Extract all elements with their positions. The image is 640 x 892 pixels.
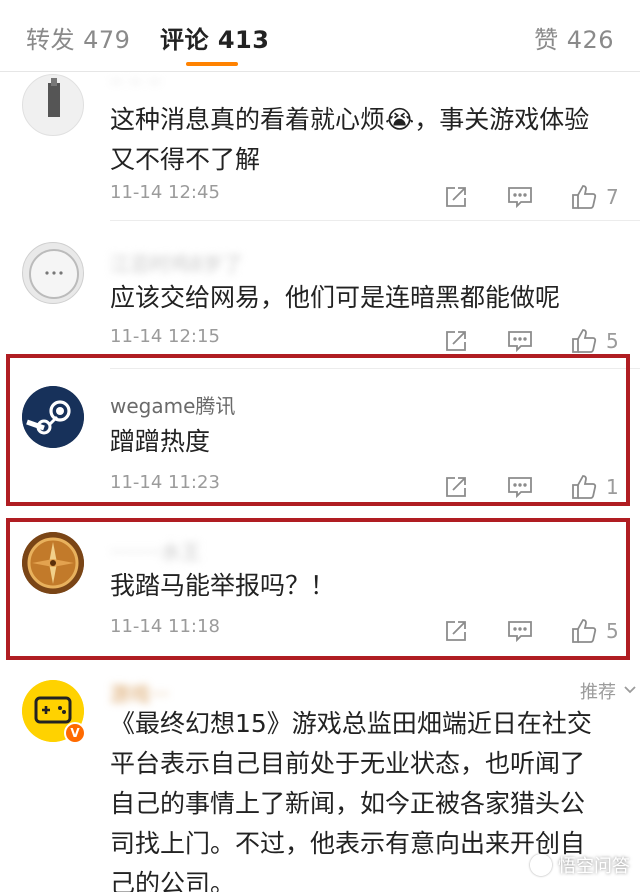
comment-text-line: 《最终幻想15》游戏总监田畑端近日在社交 — [110, 709, 592, 738]
comment-time: 11-14 12:45 — [110, 182, 220, 203]
thumbs-up-icon — [570, 617, 598, 645]
thumbs-up-icon — [570, 183, 598, 211]
comment-item: wegame腾讯 蹭蹭热度 11-14 11:23 1 — [0, 370, 640, 500]
repost-icon[interactable] — [442, 327, 470, 355]
steam-logo-icon — [22, 386, 84, 448]
comment-text-line: 我踏马能举报吗？！ — [110, 571, 336, 600]
reply-icon[interactable] — [506, 183, 534, 211]
comment-text: 蹭蹭热度 — [110, 422, 614, 462]
comment-text-line: 自己的事情上了新闻，如今正被各家猎头公 — [110, 789, 586, 818]
comment-text-line: 这种消息真的看着就心烦😭，事关游戏体验 — [110, 105, 590, 134]
like-count: 7 — [606, 185, 619, 209]
repost-icon[interactable] — [442, 183, 470, 211]
watermark: 悟空问答 — [530, 852, 630, 878]
recommended-label: 推荐 — [580, 682, 616, 703]
active-tab-indicator — [186, 62, 238, 66]
comment-username[interactable]: 江忌时鸡8岁了 — [110, 248, 243, 277]
comment-meta: 11-14 11:23 1 — [110, 472, 620, 502]
comment-text-line: 平台表示自己目前处于无业状态，也听闻了 — [110, 749, 586, 778]
comment-username[interactable]: ········水王 — [110, 536, 201, 565]
divider — [110, 220, 640, 221]
comment-time: 11-14 12:15 — [110, 326, 220, 347]
watermark-text: 悟空问答 — [558, 856, 630, 877]
comment-actions: 5 — [442, 326, 620, 356]
comment-tabs: 转发 479 评论 413 赞 426 — [0, 0, 640, 72]
comment-text-line: 应该交给网易，他们可是连暗黑都能做呢 — [110, 283, 561, 312]
avatar[interactable] — [22, 242, 84, 304]
comment-time: 11-14 11:18 — [110, 616, 220, 637]
reply-icon[interactable] — [506, 473, 534, 501]
comment-actions: 1 — [442, 472, 620, 502]
like-button[interactable]: 5 — [570, 327, 620, 355]
compass-icon — [22, 532, 84, 594]
avatar[interactable] — [22, 386, 84, 448]
comment-text-line: 又不得不了解 — [110, 145, 261, 174]
thumbs-up-icon — [570, 473, 598, 501]
verified-badge-icon: V — [64, 722, 86, 744]
comment-item: ·· ·· ·· 这种消息真的看着就心烦😭，事关游戏体验 又不得不了解 11-1… — [0, 70, 640, 222]
reply-icon[interactable] — [506, 617, 534, 645]
reply-icon[interactable] — [506, 327, 534, 355]
comment-text: 应该交给网易，他们可是连暗黑都能做呢 — [110, 278, 614, 318]
avatar[interactable] — [22, 532, 84, 594]
comment-username[interactable]: ·· ·· ·· — [110, 70, 161, 94]
repost-icon[interactable] — [442, 473, 470, 501]
comment-meta: 11-14 11:18 5 — [110, 616, 620, 646]
comment-text-line: 蹭蹭热度 — [110, 427, 211, 456]
comment-meta: 11-14 12:45 7 — [110, 182, 620, 212]
thumbs-up-icon — [570, 327, 598, 355]
like-count: 5 — [606, 329, 619, 353]
like-count: 5 — [606, 619, 619, 643]
like-count: 1 — [606, 475, 619, 499]
like-button[interactable]: 1 — [570, 473, 620, 501]
like-button[interactable]: 5 — [570, 617, 620, 645]
chevron-down-icon[interactable] — [622, 682, 638, 698]
comment-item: ········水王 我踏马能举报吗？！ 11-14 11:18 5 — [0, 520, 640, 660]
repost-icon[interactable] — [442, 617, 470, 645]
comment-username[interactable]: 游戏··· — [110, 678, 169, 707]
tab-reposts[interactable]: 转发 479 — [26, 20, 130, 55]
comment-item: 江忌时鸡8岁了 应该交给网易，他们可是连暗黑都能做呢 11-14 12:15 5 — [0, 222, 640, 369]
avatar[interactable] — [22, 74, 84, 136]
wukong-logo-icon — [530, 854, 552, 876]
tab-likes[interactable]: 赞 426 — [534, 20, 614, 55]
comment-meta: 11-14 12:15 5 — [110, 326, 620, 356]
comment-username[interactable]: wegame腾讯 — [110, 390, 235, 419]
comment-text: 我踏马能举报吗？！ — [110, 566, 614, 606]
comment-text: 这种消息真的看着就心烦😭，事关游戏体验 又不得不了解 — [110, 100, 614, 180]
tab-comments[interactable]: 评论 413 — [160, 20, 269, 55]
like-button[interactable]: 7 — [570, 183, 620, 211]
comment-time: 11-14 11:23 — [110, 472, 220, 493]
comment-actions: 5 — [442, 616, 620, 646]
comment-actions: 7 — [442, 182, 620, 212]
